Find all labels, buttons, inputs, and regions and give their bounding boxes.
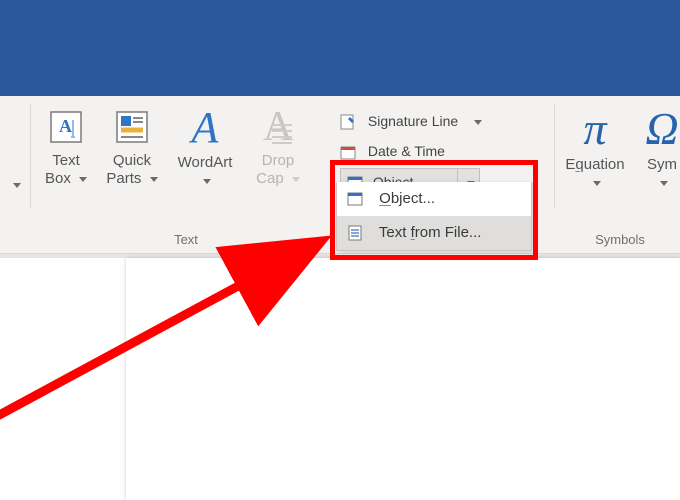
menu-item-object[interactable]: Object... [337, 182, 531, 216]
quick-parts-label: Quick [100, 152, 164, 170]
drop-cap-label2: Cap [256, 170, 284, 187]
menu-item-text-from-file-label: Text from File... [379, 224, 482, 241]
chevron-down-icon [593, 181, 601, 186]
chevron-down-icon [150, 177, 158, 182]
chevron-down-icon [474, 120, 482, 125]
omega-icon: Ω [632, 106, 680, 152]
ribbon-prev-dropdown[interactable] [0, 176, 30, 192]
text-box-icon: A [45, 106, 87, 148]
quick-parts-icon [111, 106, 153, 148]
wordart-icon: A [168, 106, 242, 150]
signature-line-button[interactable]: Signature Line [340, 106, 540, 136]
quick-parts-button[interactable]: Quick Parts [100, 96, 164, 188]
ribbon-group-symbols: Symbols [560, 232, 680, 247]
chevron-down-icon [13, 183, 21, 188]
text-file-icon [347, 225, 363, 241]
drop-cap-label: Drop [248, 152, 308, 170]
ribbon-separator [554, 104, 555, 208]
wordart-label: WordArt [168, 154, 242, 172]
text-box-button[interactable]: A Text Box [36, 96, 96, 188]
signature-line-icon [340, 114, 356, 130]
object-icon [347, 191, 363, 207]
svg-text:A: A [59, 116, 72, 136]
symbol-label: Sym [632, 156, 680, 174]
equation-button[interactable]: π Equation [560, 96, 630, 192]
date-time-button[interactable]: Date & Time [340, 136, 540, 166]
object-dropdown-menu: Object... Text from File... [336, 182, 532, 251]
chevron-down-icon [292, 177, 300, 182]
text-box-label: Text [36, 152, 96, 170]
equation-label: Equation [560, 156, 630, 174]
symbol-button[interactable]: Ω Sym [632, 96, 680, 192]
drop-cap-icon: A [248, 106, 308, 148]
chevron-down-icon [660, 181, 668, 186]
drop-cap-button: A Drop Cap [248, 96, 308, 188]
ribbon-separator [30, 104, 31, 208]
chevron-down-icon [203, 179, 211, 184]
ribbon-group-text: Text [36, 232, 336, 247]
calendar-icon [340, 144, 356, 160]
menu-item-object-label: Object... [379, 190, 435, 207]
pi-icon: π [560, 106, 630, 152]
chevron-down-icon [79, 177, 87, 182]
date-time-label: Date & Time [368, 143, 445, 159]
text-box-label2: Box [45, 170, 71, 187]
window-titlebar [0, 0, 680, 96]
document-page[interactable] [126, 258, 680, 500]
signature-line-label: Signature Line [368, 113, 458, 129]
wordart-button[interactable]: A WordArt [168, 96, 242, 190]
menu-item-text-from-file[interactable]: Text from File... [337, 216, 531, 250]
ribbon-text-small-commands: Signature Line Date & Time [340, 106, 540, 166]
quick-parts-label2: Parts [106, 170, 141, 187]
